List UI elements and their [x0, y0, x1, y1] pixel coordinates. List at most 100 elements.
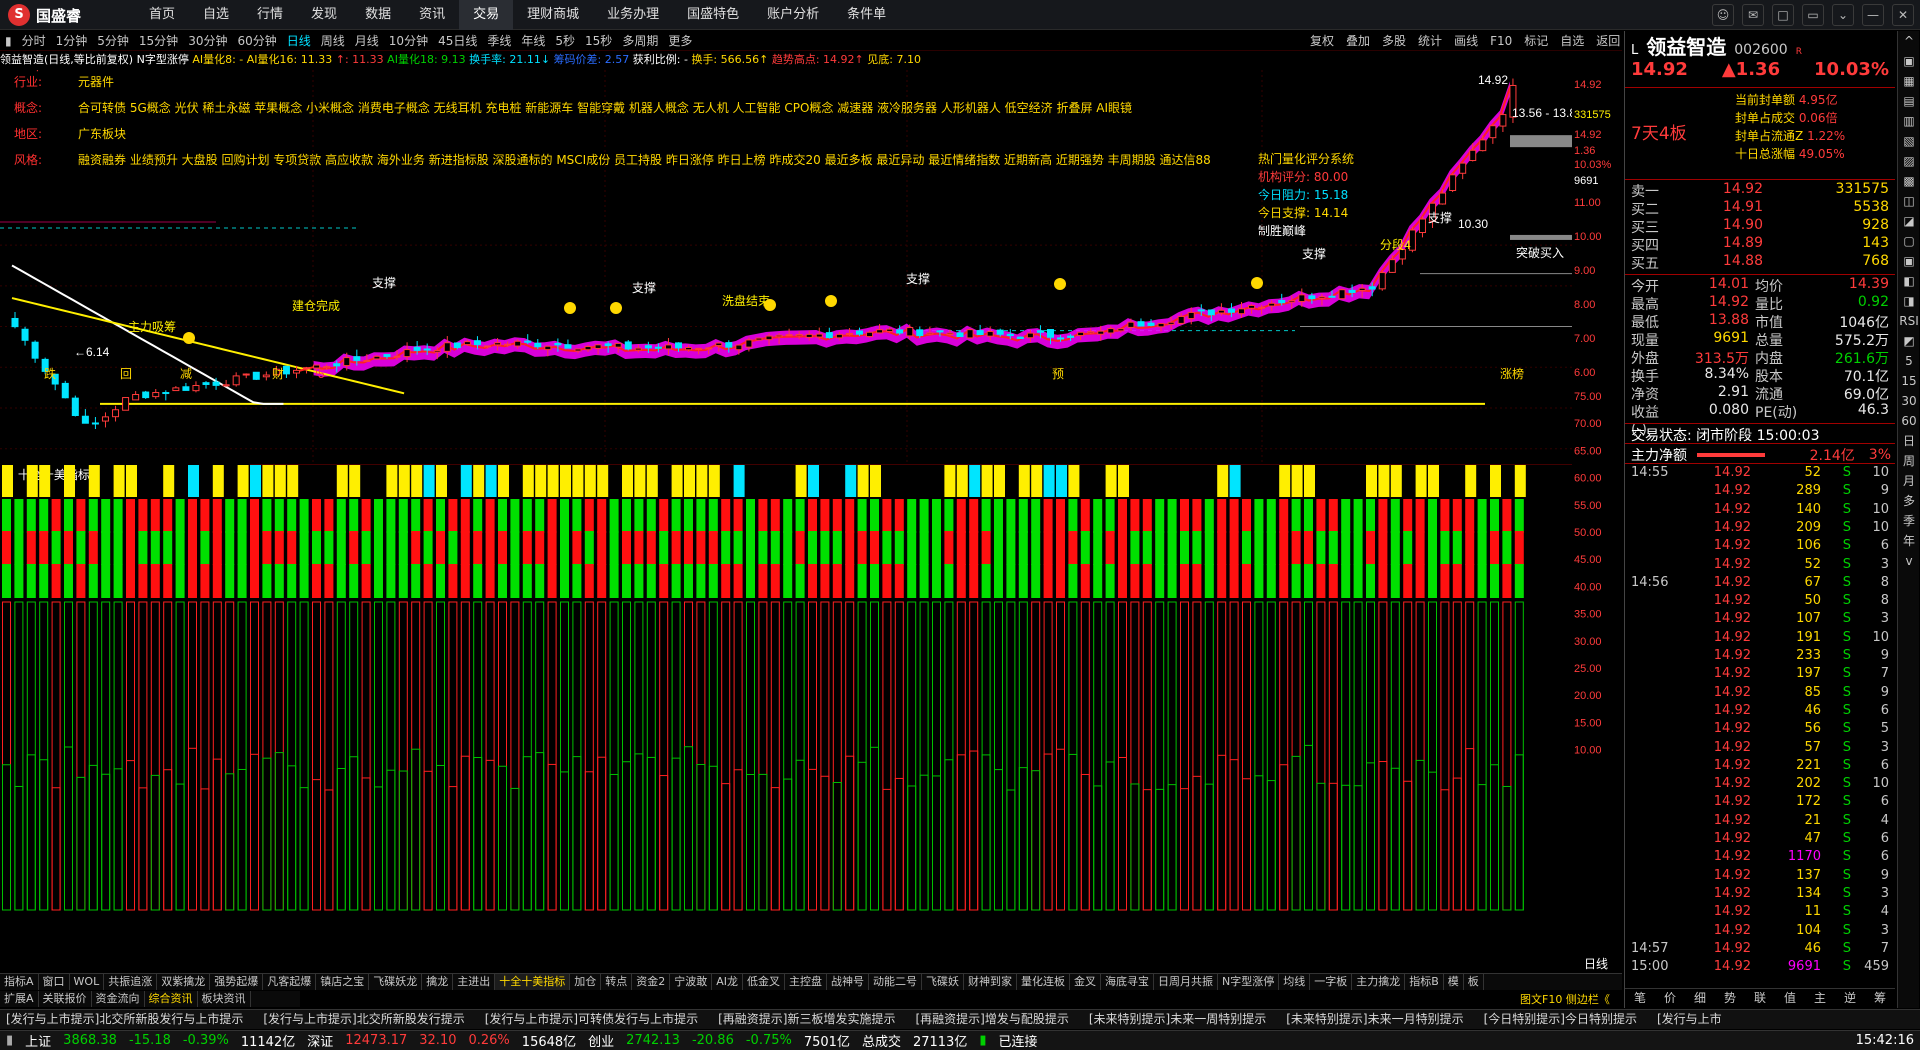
period-tab[interactable]: 多周期 [617, 32, 663, 49]
period-tab[interactable]: 季线 [482, 32, 516, 49]
news-item[interactable]: [发行与上市 [1651, 1010, 1736, 1029]
period-arrow-icon[interactable]: ▮ [0, 34, 17, 48]
info-tab[interactable]: 综合资讯 [145, 991, 198, 1007]
sub-indicator-chart[interactable] [0, 465, 1572, 958]
panel-tab[interactable]: 值 [1775, 989, 1805, 1006]
toolbar-button[interactable]: 多股 [1382, 31, 1406, 51]
window-button-icon[interactable]: ☺ [1712, 4, 1734, 26]
panel-tab[interactable]: 笔 [1625, 989, 1655, 1006]
toolbar-button[interactable]: 统计 [1418, 31, 1442, 51]
info-tab[interactable]: 板块资讯 [198, 991, 251, 1007]
sidebar-button-icon[interactable]: ^ [1898, 31, 1920, 51]
sidebar-button-icon[interactable]: ▢ [1898, 231, 1920, 251]
panel-tab[interactable]: 细 [1685, 989, 1715, 1006]
menu-item[interactable]: 发现 [297, 0, 351, 30]
n-indicator[interactable]: N字型涨停 [137, 53, 189, 66]
toolbar-button[interactable]: 画线 [1454, 31, 1478, 51]
toolbar-button[interactable]: 标记 [1524, 31, 1548, 51]
panel-tab[interactable]: 联 [1745, 989, 1775, 1006]
news-item[interactable]: [未来特别提示]未来一月特别提示 [1280, 1010, 1477, 1029]
indicator-tab[interactable]: 凡客起爆 [263, 974, 317, 990]
indicator-tab[interactable]: 海底寻宝 [1101, 974, 1154, 990]
sidebar-button-icon[interactable]: ▧ [1898, 131, 1920, 151]
window-button-icon[interactable]: — [1862, 4, 1884, 26]
indicator-tab[interactable]: 双紫擒龙 [157, 974, 211, 990]
indicator-tab[interactable]: 宁波敢 [670, 974, 713, 990]
period-tab[interactable]: 60分钟 [232, 32, 281, 49]
menu-item[interactable]: 账户分析 [753, 0, 833, 30]
menu-item[interactable]: 首页 [135, 0, 189, 30]
period-tab[interactable]: 周线 [316, 32, 350, 49]
indicator-tab[interactable]: 十全十美指标 [495, 974, 571, 990]
toolbar-button[interactable]: 复权 [1310, 31, 1334, 51]
sidebar-button-icon[interactable]: ◧ [1898, 271, 1920, 291]
sidebar-button-icon[interactable]: ▦ [1898, 71, 1920, 91]
period-tab[interactable]: 1分钟 [51, 32, 93, 49]
period-tab[interactable]: 5分钟 [92, 32, 134, 49]
indicator-tab[interactable]: 一字板 [1310, 974, 1353, 990]
indicator-tab[interactable]: 窗口 [39, 974, 70, 990]
sidebar-button-icon[interactable]: ▣ [1898, 51, 1920, 71]
indicator-tab[interactable]: 擒龙 [422, 974, 454, 990]
indicator-tab[interactable]: 金叉 [1070, 974, 1101, 990]
sidebar-button-icon[interactable]: v [1898, 551, 1920, 571]
period-tab[interactable]: 15分钟 [134, 32, 183, 49]
period-tab[interactable]: 30分钟 [183, 32, 232, 49]
menu-item[interactable]: 资讯 [405, 0, 459, 30]
panel-tab[interactable]: 筹 [1865, 989, 1895, 1006]
sidebar-button-icon[interactable]: RSI [1898, 311, 1920, 331]
indicator-tab[interactable]: 强势起爆 [210, 974, 264, 990]
sidebar-button-icon[interactable]: ◪ [1898, 211, 1920, 231]
sidebar-button-icon[interactable]: ▤ [1898, 91, 1920, 111]
info-tab[interactable]: 扩展A [0, 991, 39, 1007]
indicator-tab[interactable]: 资金2 [632, 974, 671, 990]
sidebar-button-icon[interactable]: ▥ [1898, 111, 1920, 131]
indicator-tab[interactable]: 低金叉 [743, 974, 785, 990]
menu-item[interactable]: 行情 [243, 0, 297, 30]
indicator-tab[interactable]: 财神到家 [964, 974, 1017, 990]
period-tab[interactable]: 更多 [663, 32, 697, 49]
toolbar-button[interactable]: 返回 [1596, 31, 1620, 51]
menu-item[interactable]: 条件单 [833, 0, 900, 30]
indicator-tab[interactable]: 主进出 [453, 974, 496, 990]
indicator-tab[interactable]: 日周月共振 [1154, 974, 1218, 990]
news-item[interactable]: [发行与上市提示]可转债发行与上市提示 [479, 1010, 712, 1029]
indicator-tab[interactable]: 指标A [0, 974, 39, 990]
indicator-tab[interactable]: 飞碟妖龙 [369, 974, 423, 990]
indicator-tab[interactable]: 镇店之宝 [316, 974, 370, 990]
period-tab[interactable]: 分时 [17, 32, 51, 49]
sidebar-button-icon[interactable]: 日 [1898, 431, 1920, 451]
info-tab[interactable]: 资金流向 [92, 991, 145, 1007]
indicator-tab[interactable]: 共振追涨 [104, 974, 158, 990]
window-button-icon[interactable]: ✕ [1892, 4, 1914, 26]
indicator-tab[interactable]: 战神号 [827, 974, 869, 990]
indicator-tab[interactable]: AI龙 [712, 974, 743, 990]
sidebar-button-icon[interactable]: 月 [1898, 471, 1920, 491]
window-button-icon[interactable]: □ [1772, 4, 1794, 26]
indicator-tab[interactable]: 加仓 [570, 974, 602, 990]
news-item[interactable]: [今日特别提示]今日特别提示 [1478, 1010, 1651, 1029]
period-tab[interactable]: 45日线 [433, 32, 482, 49]
toolbar-button[interactable]: F10 [1490, 31, 1512, 51]
indicator-tab[interactable]: WOL [70, 974, 105, 990]
indicator-tab[interactable]: 飞碟妖 [922, 974, 964, 990]
period-tab[interactable]: 10分钟 [384, 32, 433, 49]
sidebar-button-icon[interactable]: ▨ [1898, 151, 1920, 171]
chart-tabs[interactable]: 图文F10 侧边栏《 [1520, 991, 1610, 1007]
toolbar-button[interactable]: 叠加 [1346, 31, 1370, 51]
indicator-tab[interactable]: 模 [1444, 974, 1464, 990]
panel-tab[interactable]: 势 [1715, 989, 1745, 1006]
sidebar-button-icon[interactable]: 周 [1898, 451, 1920, 471]
panel-tab[interactable]: 主 [1805, 989, 1835, 1006]
window-button-icon[interactable]: ▭ [1802, 4, 1824, 26]
period-tab[interactable]: 月线 [350, 32, 384, 49]
indicator-tab[interactable]: 指标B [1405, 974, 1444, 990]
sidebar-button-icon[interactable]: 多 [1898, 491, 1920, 511]
sidebar-button-icon[interactable]: ▩ [1898, 171, 1920, 191]
menu-item[interactable]: 数据 [351, 0, 405, 30]
indicator-tab[interactable]: 均线 [1279, 974, 1311, 990]
window-button-icon[interactable]: ⌄ [1832, 4, 1854, 26]
period-tab[interactable]: 5秒 [550, 32, 580, 49]
panel-tab[interactable]: 逆 [1835, 989, 1865, 1006]
menu-item[interactable]: 自选 [189, 0, 243, 30]
